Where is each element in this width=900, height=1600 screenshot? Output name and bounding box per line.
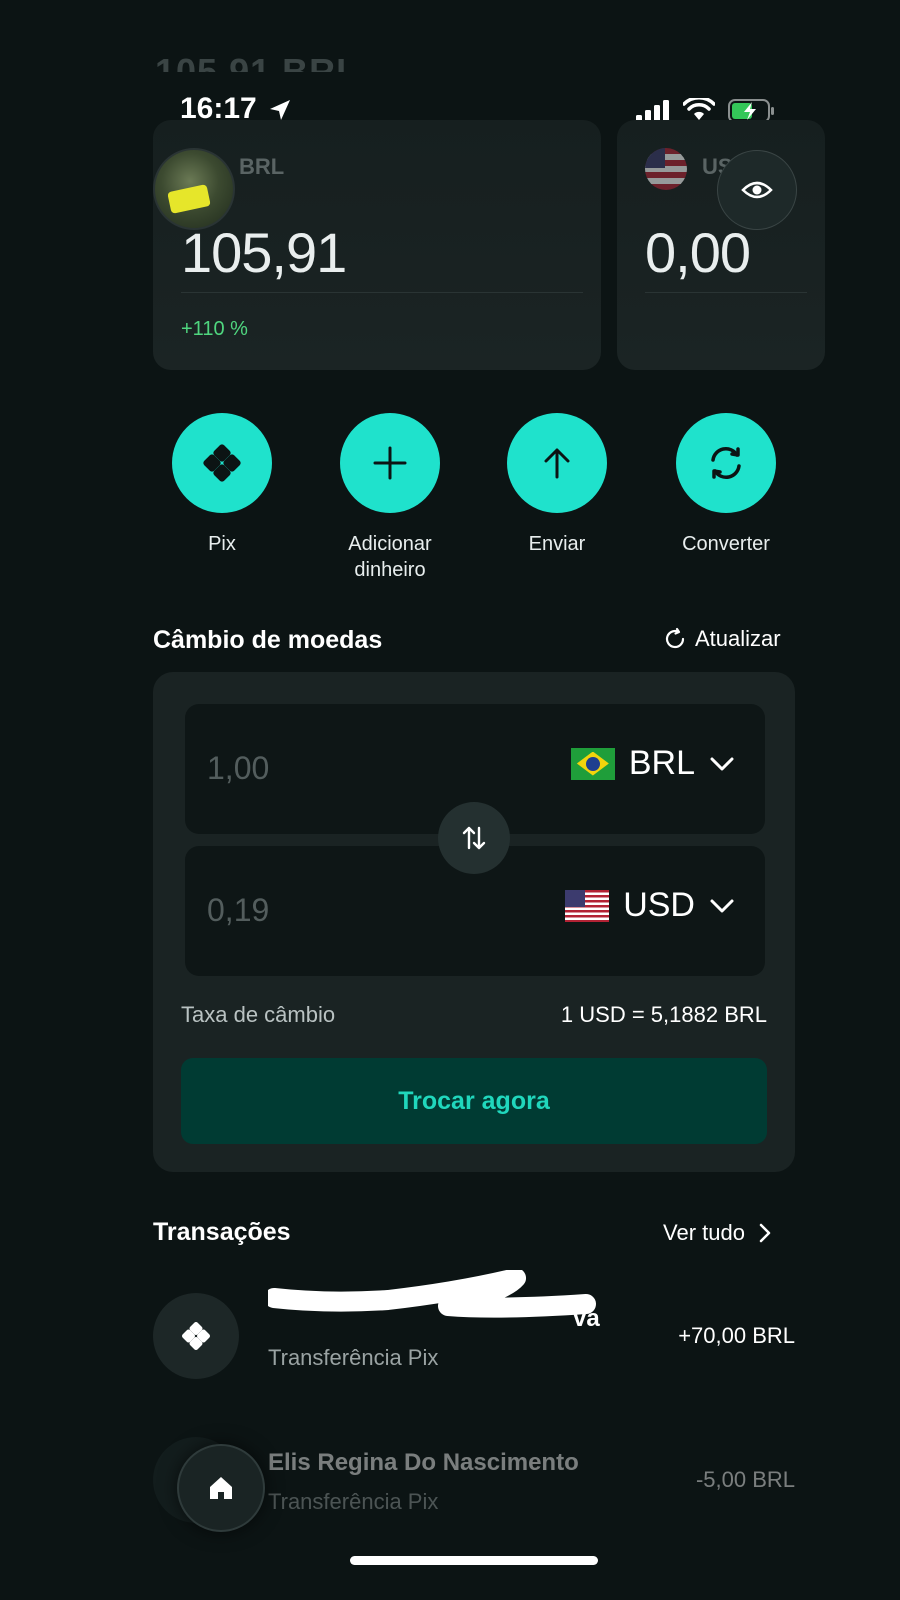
cellular-signal-icon [636, 100, 669, 122]
from-currency-select[interactable]: BRL [570, 744, 735, 783]
to-currency-code: USD [623, 886, 695, 924]
balance-change: +110 % [181, 318, 248, 340]
wifi-icon [683, 98, 715, 120]
chevron-down-icon [710, 757, 734, 770]
exchange-rate-value: 1 USD = 5,1882 BRL [560, 1002, 767, 1027]
transaction-type: Transferência Pix [268, 1345, 439, 1370]
from-amount-input[interactable]: 1,00 [207, 750, 269, 787]
see-all-label: Ver tudo [663, 1220, 745, 1245]
exchange-rate-label: Taxa de câmbio [181, 1002, 336, 1027]
card-divider [181, 292, 583, 293]
plus-icon [373, 446, 407, 480]
account-balance: 105,91 [181, 221, 347, 284]
refresh-rates-button[interactable]: Atualizar [663, 626, 781, 652]
swap-arrows-icon [462, 826, 486, 850]
action-label: Enviar [528, 533, 586, 555]
us-flag-icon [565, 889, 610, 922]
redaction-scribble [268, 1270, 596, 1318]
add-money-button[interactable] [340, 413, 440, 513]
action-pix[interactable]: Pix [157, 413, 287, 557]
exchange-title: Câmbio de moedas [153, 626, 383, 654]
home-indicator[interactable] [350, 1556, 598, 1565]
to-amount-input[interactable]: 0,19 [207, 892, 269, 929]
chevron-right-icon [759, 1223, 771, 1243]
action-label: Pix [208, 533, 236, 555]
chevron-down-icon [710, 899, 734, 912]
card-divider [645, 292, 807, 293]
transactions-title: Transações [153, 1218, 291, 1246]
pix-icon [203, 444, 241, 482]
see-all-transactions-link[interactable]: Ver tudo [663, 1220, 771, 1246]
transaction-name: Elis Regina Do Nascimento [268, 1449, 579, 1476]
account-currency-code: BRL [239, 154, 285, 179]
action-convert[interactable]: Converter [661, 413, 791, 557]
swap-currencies-button[interactable] [438, 802, 510, 874]
location-arrow-icon [270, 100, 290, 120]
status-bar [0, 0, 900, 80]
eye-icon [741, 181, 773, 199]
action-label: Adicionar dinheiro [348, 533, 432, 581]
arrow-up-icon [544, 448, 570, 479]
to-currency-select[interactable]: USD [565, 886, 735, 925]
exchange-panel: 1,00 BRL 0,19 USD Taxa de câmbio 1 USD =… [153, 672, 795, 1172]
transaction-icon [153, 1293, 239, 1379]
action-send[interactable]: Enviar [492, 413, 622, 557]
account-balance: 0,00 [645, 221, 751, 284]
transaction-type: Transferência Pix [268, 1489, 439, 1514]
action-label: Converter [682, 533, 770, 555]
send-button[interactable] [507, 413, 607, 513]
refresh-label: Atualizar [695, 626, 781, 651]
transaction-amount: -5,00 BRL [695, 1467, 795, 1492]
refresh-icon [665, 627, 685, 649]
exchange-now-button[interactable]: Trocar agora [181, 1058, 767, 1144]
pix-button[interactable] [172, 413, 272, 513]
toggle-balance-visibility-button[interactable] [717, 150, 797, 230]
us-flag-icon [645, 148, 687, 190]
home-button[interactable] [177, 1444, 265, 1532]
pix-icon [182, 1322, 210, 1350]
user-avatar[interactable] [153, 148, 235, 230]
home-icon [210, 1477, 232, 1499]
action-add-money[interactable]: Adicionar dinheiro [325, 413, 455, 583]
brazil-flag-icon [570, 747, 615, 780]
transaction-amount: +70,00 BRL [678, 1323, 795, 1348]
convert-icon [711, 447, 741, 479]
from-currency-code: BRL [628, 744, 695, 782]
convert-button[interactable] [676, 413, 776, 513]
